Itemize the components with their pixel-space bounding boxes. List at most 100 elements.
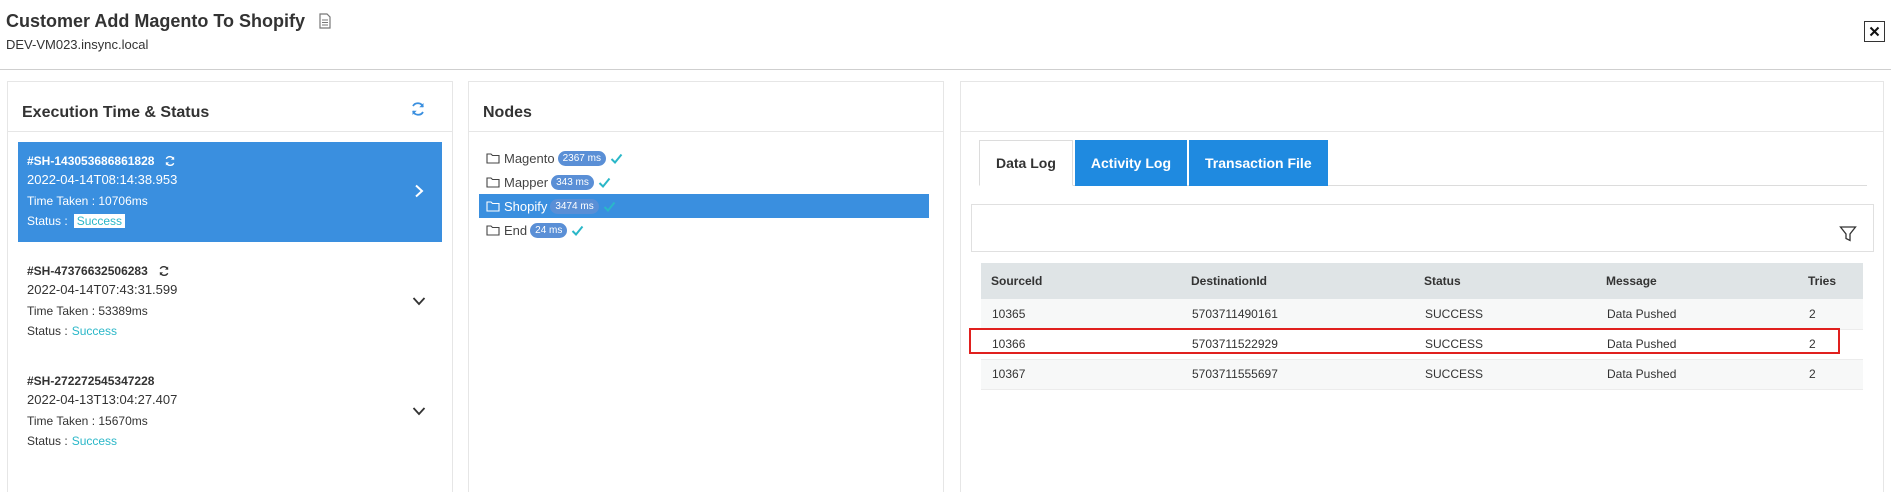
execution-time-taken: Time Taken : 10706ms	[27, 194, 148, 208]
table-cell: 10367	[981, 359, 1181, 390]
status-label: Status :	[27, 214, 68, 228]
node-item-mapper[interactable]: Mapper 343 ms	[479, 170, 929, 194]
status-label: Status :	[27, 434, 68, 448]
filter-icon[interactable]	[1839, 225, 1857, 243]
document-icon[interactable]	[318, 13, 332, 29]
status-badge: Success	[71, 324, 118, 338]
check-icon	[572, 225, 584, 236]
tab-data-log[interactable]: Data Log	[979, 140, 1073, 186]
folder-icon	[486, 153, 500, 164]
table-cell: 2	[1798, 299, 1863, 330]
execution-status: Status : Success	[27, 214, 126, 228]
table-row[interactable]: 10365 5703711490161 SUCCESS Data Pushed …	[981, 299, 1863, 330]
table-cell: Data Pushed	[1596, 359, 1798, 390]
node-item-magento[interactable]: Magento 2367 ms	[479, 146, 929, 170]
log-panel: Data Log Activity Log Transaction File S…	[960, 81, 1884, 492]
table-cell: 2	[1798, 329, 1863, 360]
column-header[interactable]: Tries	[1798, 263, 1863, 299]
tab-activity-log[interactable]: Activity Log	[1074, 140, 1188, 186]
chevron-down-icon[interactable]	[412, 294, 426, 308]
close-button[interactable]	[1864, 21, 1885, 42]
execution-item[interactable]: #SH-47376632506283 2022-04-14T07:43:31.5…	[18, 252, 442, 352]
execution-id-row: #SH-143053686861828	[27, 154, 176, 168]
table-cell: SUCCESS	[1414, 329, 1596, 360]
execution-date: 2022-04-14T07:43:31.599	[27, 282, 178, 297]
execution-panel-title: Execution Time & Status	[22, 104, 210, 121]
column-header[interactable]: SourceId	[981, 263, 1181, 299]
execution-item[interactable]: #SH-143053686861828 2022-04-14T08:14:38.…	[18, 142, 442, 242]
column-header[interactable]: Status	[1414, 263, 1596, 299]
table-cell: SUCCESS	[1414, 359, 1596, 390]
nodes-panel-title: Nodes	[483, 104, 532, 121]
column-header[interactable]: DestinationId	[1181, 263, 1414, 299]
chevron-right-icon[interactable]	[412, 184, 426, 198]
check-icon	[598, 177, 611, 188]
table-cell: 10365	[981, 299, 1181, 330]
time-taken-value: 53389ms	[98, 304, 148, 318]
table-cell: 5703711522929	[1181, 329, 1414, 360]
time-taken-value: 15670ms	[98, 414, 148, 428]
table-cell: 2	[1798, 359, 1863, 390]
nodes-panel: Nodes Magento 2367 ms Mapper 343 ms Shop…	[468, 81, 944, 492]
time-taken-label: Time Taken :	[27, 304, 96, 318]
log-tabs: Data Log Activity Log Transaction File	[979, 140, 1867, 186]
duration-badge: 2367 ms	[557, 150, 606, 166]
check-icon	[610, 153, 623, 164]
status-badge: Success	[71, 434, 118, 448]
execution-panel: Execution Time & Status #SH-143053686861…	[7, 81, 453, 492]
execution-id-row: #SH-47376632506283	[27, 264, 170, 278]
execution-item[interactable]: #SH-272272545347228 2022-04-13T13:04:27.…	[18, 362, 442, 462]
table-cell: 5703711490161	[1181, 299, 1414, 330]
execution-status: Status : Success	[27, 434, 117, 448]
node-label: Shopify	[504, 198, 548, 214]
filter-bar	[971, 204, 1874, 252]
execution-time-taken: Time Taken : 15670ms	[27, 414, 148, 428]
check-icon	[603, 201, 616, 212]
tab-transaction-file[interactable]: Transaction File	[1189, 140, 1328, 186]
execution-id: #SH-47376632506283	[27, 264, 148, 278]
log-panel-header	[961, 82, 1883, 132]
duration-badge: 24 ms	[530, 222, 568, 238]
execution-id: #SH-143053686861828	[27, 154, 155, 168]
refresh-icon[interactable]	[158, 265, 170, 277]
status-label: Status :	[27, 324, 68, 338]
table-row[interactable]: 10366 5703711522929 SUCCESS Data Pushed …	[981, 329, 1863, 360]
duration-badge: 343 ms	[551, 174, 594, 190]
modal-header: Customer Add Magento To Shopify DEV-VM02…	[0, 0, 1891, 70]
node-label: Magento	[504, 150, 555, 166]
folder-icon	[486, 177, 500, 188]
table-cell: Data Pushed	[1596, 329, 1798, 360]
time-taken-label: Time Taken :	[27, 194, 96, 208]
status-badge: Success	[73, 214, 126, 228]
table-cell: 5703711555697	[1181, 359, 1414, 390]
chevron-down-icon[interactable]	[412, 404, 426, 418]
table-row[interactable]: 10367 5703711555697 SUCCESS Data Pushed …	[981, 359, 1863, 390]
time-taken-value: 10706ms	[98, 194, 148, 208]
refresh-icon[interactable]	[410, 101, 426, 117]
node-tree: Magento 2367 ms Mapper 343 ms Shopify 34…	[479, 146, 929, 242]
execution-date: 2022-04-14T08:14:38.953	[27, 172, 178, 187]
table-cell: Data Pushed	[1596, 299, 1798, 330]
column-header[interactable]: Message	[1596, 263, 1798, 299]
node-label: End	[504, 222, 528, 238]
page-title: Customer Add Magento To Shopify	[6, 11, 305, 31]
table-cell: SUCCESS	[1414, 299, 1596, 330]
node-item-shopify[interactable]: Shopify 3474 ms	[479, 194, 929, 218]
execution-panel-header: Execution Time & Status	[8, 82, 452, 132]
node-item-end[interactable]: End 24 ms	[479, 218, 929, 242]
execution-id: #SH-272272545347228	[27, 374, 155, 388]
refresh-icon[interactable]	[164, 155, 176, 167]
execution-date: 2022-04-13T13:04:27.407	[27, 392, 178, 407]
table-cell: 10366	[981, 329, 1181, 360]
execution-time-taken: Time Taken : 53389ms	[27, 304, 148, 318]
execution-status: Status : Success	[27, 324, 117, 338]
nodes-panel-header: Nodes	[469, 82, 943, 132]
data-log-table: SourceId DestinationId Status Message Tr…	[981, 263, 1863, 390]
time-taken-label: Time Taken :	[27, 414, 96, 428]
duration-badge: 3474 ms	[550, 198, 599, 214]
close-icon	[1869, 26, 1880, 37]
folder-icon	[486, 225, 500, 236]
execution-id-row: #SH-272272545347228	[27, 374, 154, 388]
host-name: DEV-VM023.insync.local	[6, 37, 149, 52]
node-label: Mapper	[504, 174, 549, 190]
